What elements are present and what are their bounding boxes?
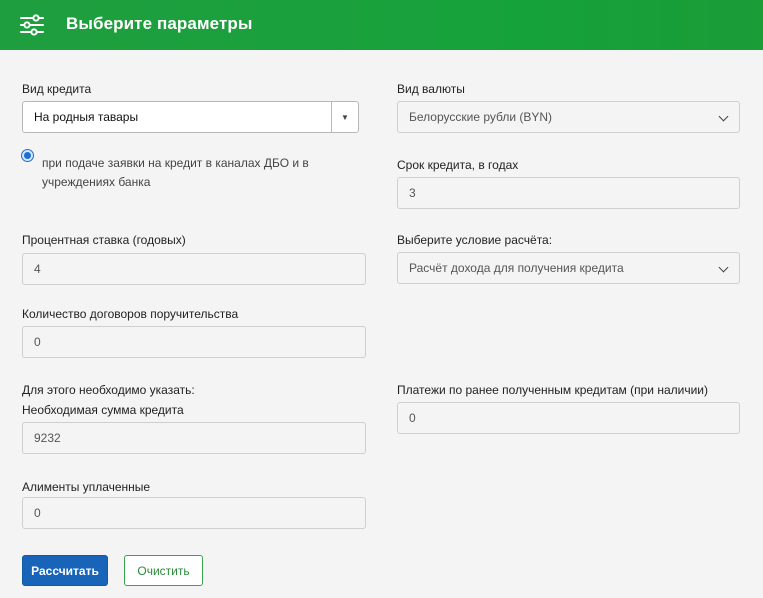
chevron-down-icon [718,262,729,273]
credit-type-select[interactable]: На родныя тавары ▼ [22,101,359,133]
rate-input[interactable]: 4 [22,253,366,285]
channel-radio[interactable] [22,150,33,161]
guarantees-label: Количество договоров поручительства [22,307,239,321]
dropdown-arrow-icon[interactable]: ▼ [331,102,358,132]
calc-condition-select[interactable]: Расчёт дохода для получения кредита [397,252,740,284]
calc-condition-label: Выберите условие расчёта: [397,233,553,247]
guarantees-input[interactable]: 0 [22,326,366,358]
channel-radio-label: при подаче заявки на кредит в каналах ДБ… [42,156,309,189]
prev-payments-label: Платежи по ранее полученным кредитам (пр… [397,383,708,397]
page-title: Выберите параметры [66,14,253,33]
sliders-icon [20,14,44,36]
calc-condition-value: Расчёт дохода для получения кредита [409,261,624,275]
credit-type-label: Вид кредита [22,82,92,96]
currency-value: Белорусские рубли (BYN) [409,110,553,124]
amount-label: Необходимая сумма кредита [22,403,184,417]
required-note: Для этого необходимо указать: [22,383,195,397]
prev-payments-input[interactable]: 0 [397,402,740,434]
rate-label: Процентная ставка (годовых) [22,233,186,247]
amount-input[interactable]: 9232 [22,422,366,454]
clear-button[interactable]: Очистить [124,555,203,586]
term-label: Срок кредита, в годах [397,158,519,172]
header-bar: Выберите параметры [0,0,763,50]
currency-label: Вид валюты [397,82,465,96]
credit-type-value: На родныя тавары [34,110,139,124]
term-input[interactable]: 3 [397,177,740,209]
calculate-button[interactable]: Рассчитать [22,555,108,586]
currency-select[interactable]: Белорусские рубли (BYN) [397,101,740,133]
alimony-input[interactable]: 0 [22,497,366,529]
chevron-down-icon [718,111,729,122]
alimony-label: Алименты уплаченные [22,480,151,494]
